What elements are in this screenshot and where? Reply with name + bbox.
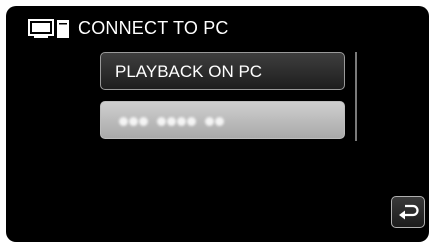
page-title: CONNECT TO PC xyxy=(78,18,229,38)
pc-monitor-icon xyxy=(28,19,72,39)
playback-on-pc-label: PLAYBACK ON PC xyxy=(115,62,263,81)
scrollbar[interactable] xyxy=(355,52,357,141)
menu-header: CONNECT TO PC xyxy=(6,6,429,46)
obscured-label xyxy=(119,116,225,126)
camera-menu-screen: CONNECT TO PC PLAYBACK ON PC xyxy=(6,6,429,242)
playback-on-pc-button[interactable]: PLAYBACK ON PC xyxy=(100,52,345,90)
back-button[interactable] xyxy=(391,196,425,228)
disabled-menu-item xyxy=(100,101,345,139)
